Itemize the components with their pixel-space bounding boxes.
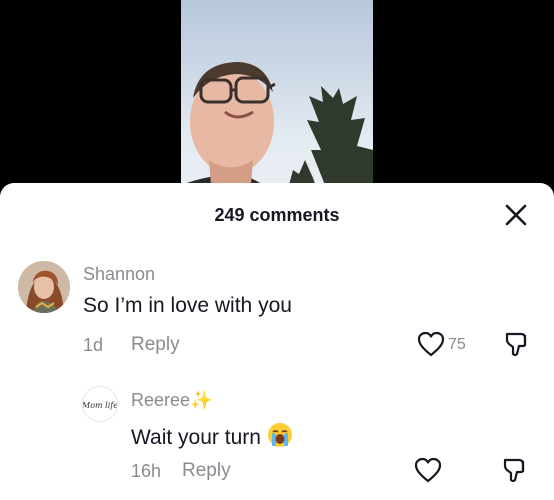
close-button[interactable] <box>504 203 528 227</box>
dislike-button[interactable] <box>503 330 531 358</box>
video-preview[interactable] <box>181 0 373 200</box>
avatar-logo: Mom life <box>83 401 117 410</box>
comment-age: 1d <box>83 335 104 355</box>
heart-icon <box>417 331 445 357</box>
video-frame <box>181 62 373 200</box>
comments-count-title: 249 comments <box>214 205 340 225</box>
reply-age: 16h <box>131 461 162 481</box>
reply-text: Wait your turn <box>131 422 293 450</box>
dislike-button[interactable] <box>501 456 529 484</box>
loudly-crying-face-icon <box>267 422 293 448</box>
heart-icon <box>414 457 442 483</box>
like-button[interactable] <box>414 457 442 483</box>
like-count: 75 <box>448 336 466 353</box>
avatar-photo <box>18 261 70 313</box>
comments-sheet: 249 comments Shannon So I’m in love with… <box>0 183 554 500</box>
avatar[interactable] <box>18 261 70 313</box>
svg-text:Mom life: Mom life <box>83 401 117 410</box>
reply-text-content: Wait your turn <box>131 426 261 449</box>
reply-button[interactable]: Reply <box>182 460 231 482</box>
comment-username[interactable]: Shannon <box>83 264 155 285</box>
comment-text: So I’m in love with you <box>83 294 292 317</box>
like-button[interactable] <box>417 331 445 357</box>
thumbs-down-icon <box>503 458 525 483</box>
reply-button[interactable]: Reply <box>131 334 180 356</box>
reply-username-text: Reeree <box>131 390 191 410</box>
avatar[interactable]: Mom life <box>82 386 118 422</box>
thumbs-down-icon <box>505 332 527 357</box>
sparkles-icon: ✨ <box>190 390 213 410</box>
close-icon <box>505 204 527 226</box>
reply-username[interactable]: Reeree✨ <box>131 390 212 411</box>
